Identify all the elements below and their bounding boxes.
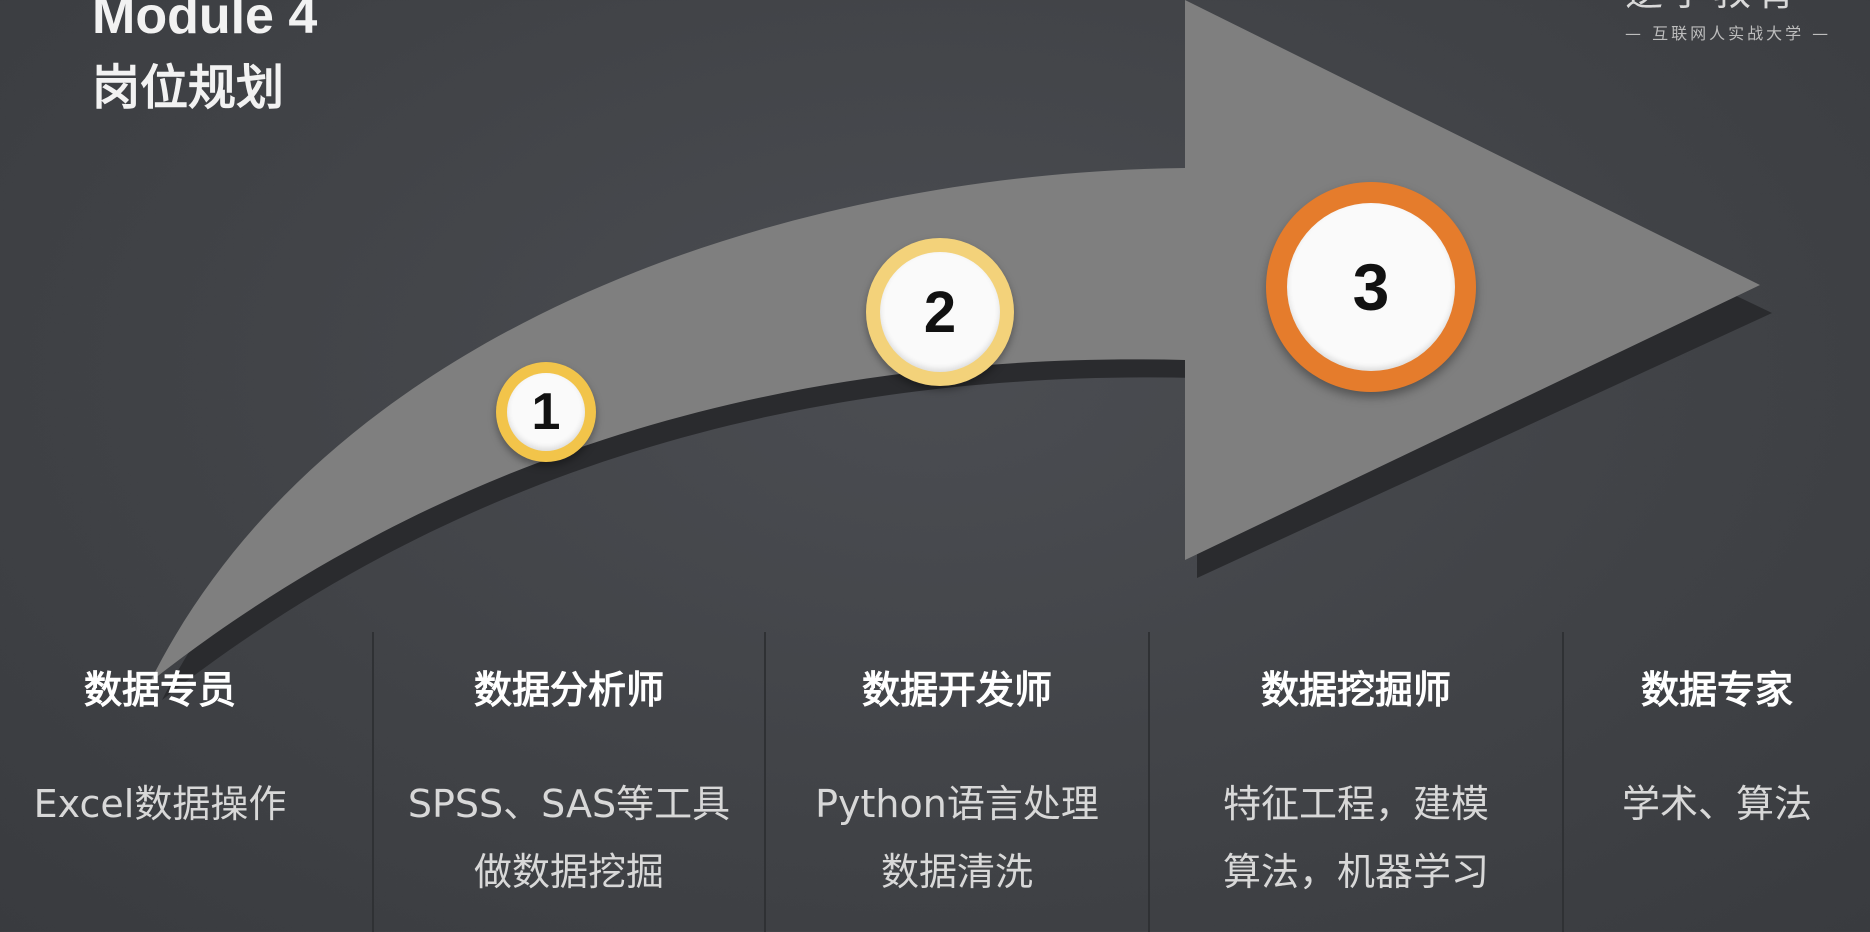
- role-description: Python语言处理 数据清洗: [766, 770, 1148, 906]
- step-1-badge: 1: [496, 362, 596, 462]
- role-description: SPSS、SAS等工具 做数据挖掘: [374, 770, 764, 906]
- role-title: 数据挖掘师: [1260, 668, 1451, 712]
- role-title: 数据专员: [83, 668, 236, 712]
- role-column-data-developer: 数据开发师 Python语言处理 数据清洗: [766, 632, 1148, 932]
- role-description: 特征工程，建模 算法，机器学习: [1150, 770, 1562, 906]
- role-title: 数据开发师: [861, 668, 1052, 712]
- role-column-data-analyst: 数据分析师 SPSS、SAS等工具 做数据挖掘: [374, 632, 764, 932]
- role-description-line: 学术、算法: [1621, 782, 1812, 826]
- step-2-number: 2: [880, 252, 1000, 372]
- role-description-line: 算法，机器学习: [1222, 850, 1489, 894]
- role-description-line: Excel数据操作: [33, 782, 287, 826]
- role-column-data-miner: 数据挖掘师 特征工程，建模 算法，机器学习: [1150, 632, 1562, 932]
- role-title: 数据专家: [1640, 668, 1793, 712]
- step-1-number: 1: [507, 373, 585, 451]
- role-column-data-specialist: 数据专员 Excel数据操作: [0, 632, 320, 932]
- role-description: 学术、算法: [1564, 770, 1870, 838]
- role-column-data-expert: 数据专家 学术、算法: [1564, 632, 1870, 932]
- role-description-line: 做数据挖掘: [473, 850, 664, 894]
- role-description-line: SPSS、SAS等工具: [407, 782, 731, 826]
- step-2-badge: 2: [866, 238, 1014, 386]
- role-description-line: 特征工程，建模: [1222, 782, 1489, 826]
- role-description-line: Python语言处理: [815, 782, 1099, 826]
- role-title: 数据分析师: [473, 668, 664, 712]
- step-3-badge: 3: [1266, 182, 1476, 392]
- role-description-line: 数据清洗: [880, 850, 1033, 894]
- step-3-number: 3: [1287, 203, 1455, 371]
- role-description: Excel数据操作: [0, 770, 320, 838]
